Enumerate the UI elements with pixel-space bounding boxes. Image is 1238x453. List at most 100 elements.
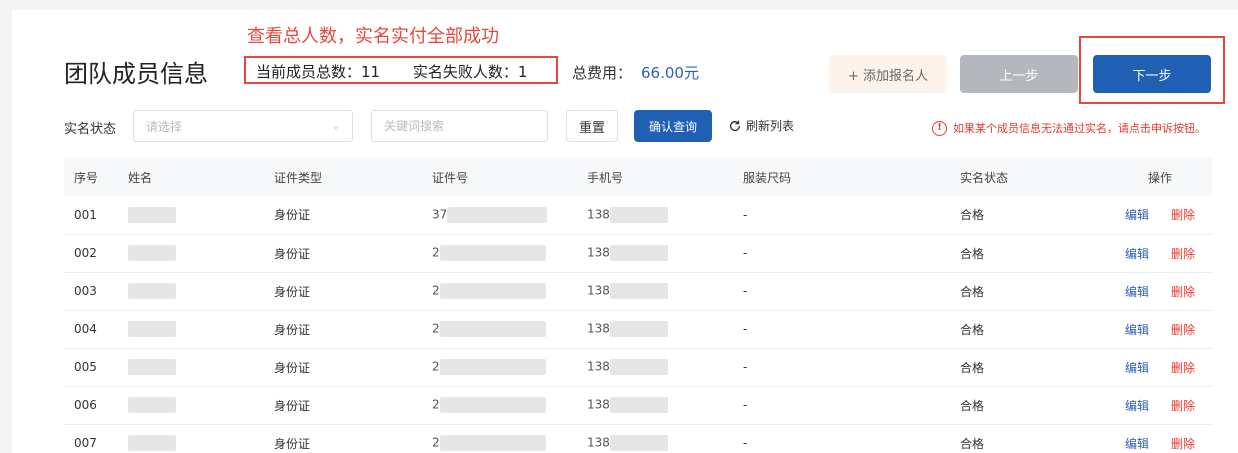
row-phone: 138	[587, 234, 743, 272]
row-phone: 138	[587, 310, 743, 348]
row-name-masked	[128, 310, 274, 348]
row-verify-status: 合格	[960, 398, 985, 413]
next-step-button[interactable]: 下一步	[1093, 55, 1211, 93]
row-clothing-size: -	[743, 207, 748, 222]
masked-name	[128, 397, 176, 413]
masked-id	[439, 321, 546, 337]
header-no: 序号	[74, 170, 99, 185]
masked-phone	[609, 397, 668, 413]
row-phone: 138	[587, 196, 743, 234]
delete-link[interactable]: 删除	[1171, 399, 1195, 413]
row-id-number: 2	[432, 310, 587, 348]
row-name-masked	[128, 386, 274, 424]
delete-link[interactable]: 删除	[1171, 323, 1195, 337]
edit-link[interactable]: 编辑	[1125, 323, 1149, 337]
row-verify-status: 合格	[960, 246, 985, 261]
row-id-number: 2	[432, 272, 587, 310]
row-phone: 138	[587, 348, 743, 386]
row-verify-status: 合格	[960, 436, 985, 451]
keyword-search-input[interactable]	[371, 110, 548, 142]
row-actions: 编辑 删除	[1108, 272, 1212, 310]
row-id-type: 身份证	[274, 436, 311, 451]
filter-label: 实名状态	[64, 122, 117, 137]
row-id-number: 37	[432, 196, 587, 234]
edit-link[interactable]: 编辑	[1125, 361, 1149, 375]
delete-link[interactable]: 删除	[1171, 247, 1195, 261]
header-phone: 手机号	[587, 170, 624, 185]
annotation-text: 查看总人数，实名实付全部成功	[247, 26, 499, 47]
header-verify-status: 实名状态	[960, 170, 1009, 185]
row-id-type: 身份证	[274, 322, 311, 337]
delete-link[interactable]: 删除	[1171, 208, 1195, 222]
delete-link[interactable]: 删除	[1171, 361, 1195, 375]
row-no: 002	[74, 246, 97, 260]
edit-link[interactable]: 编辑	[1125, 285, 1149, 299]
row-id-type: 身份证	[274, 360, 311, 375]
failed-members: 实名失败人数：1	[412, 63, 528, 81]
row-actions: 编辑 删除	[1108, 310, 1212, 348]
refresh-list-button[interactable]: 刷新列表	[728, 117, 794, 134]
row-actions: 编辑 删除	[1108, 386, 1212, 424]
masked-id	[447, 206, 548, 223]
row-name-masked	[128, 234, 274, 272]
delete-link[interactable]: 删除	[1171, 437, 1195, 451]
refresh-label: 刷新列表	[746, 119, 795, 133]
row-no: 004	[74, 322, 97, 336]
row-phone: 138	[587, 272, 743, 310]
row-id-type: 身份证	[274, 208, 311, 223]
row-actions: 编辑 删除	[1108, 348, 1212, 386]
masked-id	[439, 245, 546, 261]
chevron-down-icon: ⌄	[331, 120, 340, 132]
masked-name	[128, 435, 176, 451]
masked-name	[128, 206, 176, 223]
row-name-masked	[128, 272, 274, 310]
row-clothing-size: -	[743, 360, 748, 374]
row-verify-status: 合格	[960, 284, 985, 299]
masked-id	[439, 435, 546, 451]
row-id-number: 2	[432, 424, 587, 453]
table-row: 004 身份证 2 138 - 合格 编辑 删除	[64, 310, 1212, 348]
masked-phone	[609, 359, 668, 375]
row-clothing-size: -	[743, 246, 748, 260]
status-select-placeholder: 请选择	[146, 119, 183, 134]
edit-link[interactable]: 编辑	[1125, 437, 1149, 451]
row-no: 003	[74, 284, 97, 298]
appeal-warning: ! 如果某个成员信息无法通过实名，请点击申诉按钮。	[932, 120, 1206, 136]
header-clothing-size: 服装尺码	[743, 170, 792, 185]
table-row: 006 身份证 2 138 - 合格 编辑 删除	[64, 386, 1212, 424]
table-header-row: 序号 姓名 证件类型 证件号 手机号 服装尺码 实名状态 操作	[64, 158, 1212, 196]
row-actions: 编辑 删除	[1108, 234, 1212, 272]
reset-button[interactable]: 重置	[566, 110, 618, 142]
edit-link[interactable]: 编辑	[1125, 399, 1149, 413]
row-id-type: 身份证	[274, 284, 311, 299]
masked-id	[439, 359, 546, 375]
status-select[interactable]: 请选择 ⌄	[133, 110, 353, 142]
row-id-number: 2	[432, 234, 587, 272]
edit-link[interactable]: 编辑	[1125, 208, 1149, 222]
header-name: 姓名	[128, 170, 153, 185]
delete-link[interactable]: 删除	[1171, 285, 1195, 299]
member-stats: 当前成员总数：11 实名失败人数：1	[256, 61, 555, 82]
prev-step-button[interactable]: 上一步	[960, 55, 1078, 93]
masked-phone	[609, 283, 668, 299]
row-id-type: 身份证	[274, 246, 311, 261]
masked-id	[439, 283, 546, 299]
member-table: 序号 姓名 证件类型 证件号 手机号 服装尺码 实名状态 操作 001 身份证 …	[64, 158, 1212, 453]
masked-phone	[609, 206, 668, 223]
row-no: 006	[74, 398, 97, 412]
row-actions: 编辑 删除	[1108, 196, 1212, 234]
masked-name	[128, 245, 176, 261]
warning-icon: !	[932, 120, 947, 136]
add-member-button[interactable]: + 添加报名人	[829, 55, 947, 93]
header-actions: 操作	[1147, 170, 1172, 185]
row-name-masked	[128, 196, 274, 234]
query-button[interactable]: 确认查询	[634, 110, 712, 142]
masked-name	[128, 359, 176, 375]
table-row: 001 身份证 37 138 - 合格 编辑 删除	[64, 196, 1212, 234]
row-no: 005	[74, 360, 97, 374]
edit-link[interactable]: 编辑	[1125, 247, 1149, 261]
row-no: 007	[74, 436, 97, 450]
masked-name	[128, 283, 176, 299]
row-id-number: 2	[432, 386, 587, 424]
row-clothing-size: -	[743, 322, 748, 336]
